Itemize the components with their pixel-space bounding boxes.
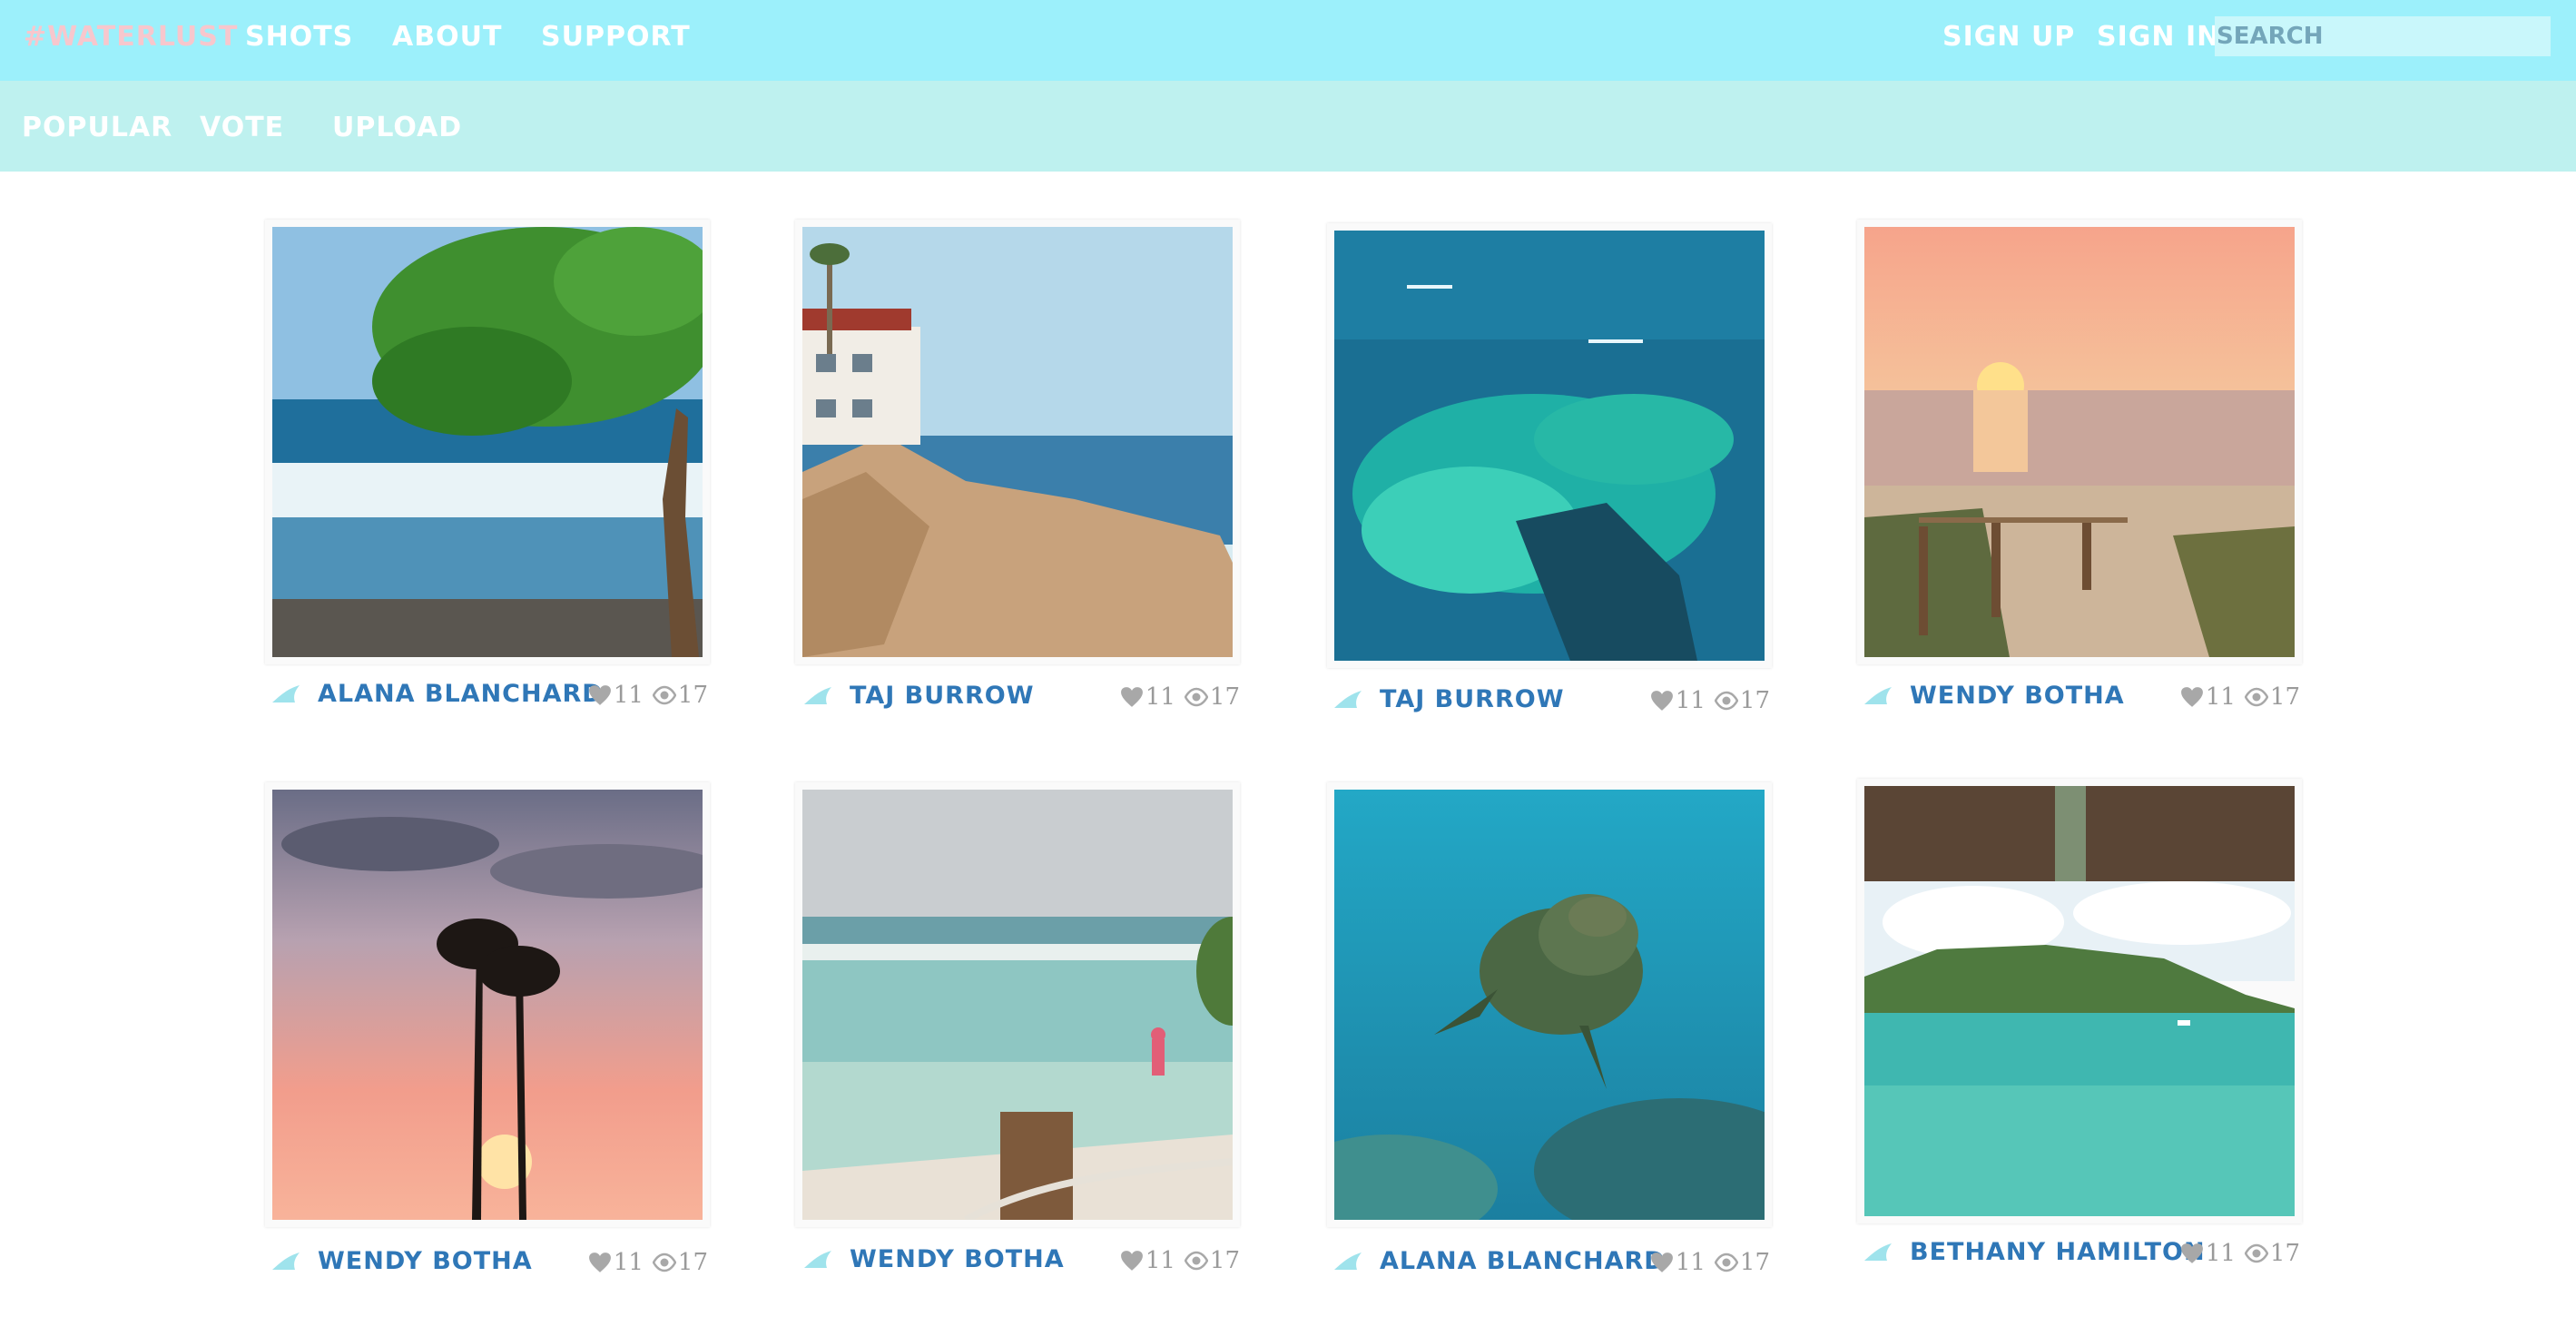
shot-meta: TAJ BURROW 11 17 xyxy=(1332,683,1770,720)
eye-icon xyxy=(2245,686,2268,708)
shot-card[interactable] xyxy=(795,220,1240,664)
shot-card[interactable] xyxy=(1857,779,2302,1223)
shot-photo[interactable] xyxy=(1864,227,2295,657)
shot-photo[interactable] xyxy=(1334,790,1765,1220)
eye-icon xyxy=(653,1252,676,1273)
heart-icon[interactable] xyxy=(1120,1250,1144,1272)
shot-meta: WENDY BOTHA 11 17 xyxy=(270,1245,708,1282)
like-count: 11 xyxy=(1145,683,1175,711)
fin-icon xyxy=(1863,1242,1893,1262)
nav-about[interactable]: ABOUT xyxy=(392,24,502,51)
view-count: 17 xyxy=(677,682,708,709)
nav-support[interactable]: SUPPORT xyxy=(541,24,691,51)
eye-icon xyxy=(1715,690,1738,712)
author-link[interactable]: TAJ BURROW xyxy=(850,682,1034,710)
sub-nav-bar: POPULAR VOTE UPLOAD xyxy=(0,81,2576,172)
shot-photo[interactable] xyxy=(272,227,703,657)
shot-meta: TAJ BURROW 11 17 xyxy=(802,680,1240,716)
shot-stats: 11 17 xyxy=(1120,1247,1240,1274)
author-link[interactable]: TAJ BURROW xyxy=(1380,685,1564,713)
author-link[interactable]: WENDY BOTHA xyxy=(1910,682,2125,710)
subnav-upload[interactable]: UPLOAD xyxy=(332,114,462,142)
shot-photo[interactable] xyxy=(802,790,1233,1220)
heart-icon[interactable] xyxy=(588,1252,612,1273)
shot-photo[interactable] xyxy=(272,790,703,1220)
subnav-vote[interactable]: VOTE xyxy=(200,114,284,142)
shot-stats: 11 17 xyxy=(588,682,708,709)
shot-card[interactable] xyxy=(1857,220,2302,664)
subnav-popular[interactable]: POPULAR xyxy=(22,114,172,142)
sign-up-link[interactable]: SIGN UP xyxy=(1942,24,2075,51)
fin-icon xyxy=(1332,1251,1363,1271)
eye-icon xyxy=(1715,1252,1738,1273)
shot-photo[interactable] xyxy=(1334,231,1765,661)
like-count: 11 xyxy=(1675,1249,1706,1276)
shot-stats: 11 17 xyxy=(2180,1240,2300,1267)
fin-icon xyxy=(1332,689,1363,709)
fin-icon xyxy=(802,1249,833,1269)
like-count: 11 xyxy=(613,682,644,709)
shot-meta: WENDY BOTHA 11 17 xyxy=(1863,680,2300,716)
fin-icon xyxy=(270,1251,301,1271)
like-count: 11 xyxy=(1145,1247,1175,1274)
eye-icon xyxy=(1185,1250,1208,1272)
like-count: 11 xyxy=(2205,1240,2236,1267)
view-count: 17 xyxy=(1209,1247,1240,1274)
view-count: 17 xyxy=(1739,1249,1770,1276)
shot-card[interactable] xyxy=(1327,223,1772,668)
shot-card[interactable] xyxy=(1327,782,1772,1227)
like-count: 11 xyxy=(2205,683,2236,711)
shot-meta: ALANA BLANCHARD 11 17 xyxy=(270,678,708,714)
heart-icon[interactable] xyxy=(588,684,612,706)
fin-icon xyxy=(270,683,301,703)
shot-card[interactable] xyxy=(265,782,710,1227)
fin-icon xyxy=(1863,685,1893,705)
fin-icon xyxy=(802,685,833,705)
shot-meta: WENDY BOTHA 11 17 xyxy=(802,1243,1240,1280)
author-link[interactable]: BETHANY HAMILTON xyxy=(1910,1238,2206,1266)
eye-icon xyxy=(2245,1243,2268,1264)
brand-logo[interactable]: #WATERLUST xyxy=(24,24,238,51)
shot-stats: 11 17 xyxy=(588,1249,708,1276)
view-count: 17 xyxy=(2269,1240,2300,1267)
view-count: 17 xyxy=(1209,683,1240,711)
view-count: 17 xyxy=(1739,687,1770,714)
eye-icon xyxy=(1185,686,1208,708)
shot-stats: 11 17 xyxy=(1650,687,1770,714)
shot-card[interactable] xyxy=(265,220,710,664)
author-link[interactable]: ALANA BLANCHARD xyxy=(1380,1247,1666,1275)
shot-stats: 11 17 xyxy=(2180,683,2300,711)
heart-icon[interactable] xyxy=(1650,1252,1674,1273)
shot-photo[interactable] xyxy=(1864,786,2295,1216)
heart-icon[interactable] xyxy=(1650,690,1674,712)
author-link[interactable]: WENDY BOTHA xyxy=(318,1247,533,1275)
shot-card[interactable] xyxy=(795,782,1240,1227)
shot-meta: ALANA BLANCHARD 11 17 xyxy=(1332,1245,1770,1282)
heart-icon[interactable] xyxy=(2180,686,2204,708)
top-nav-bar: #WATERLUST SHOTS ABOUT SUPPORT SIGN UP S… xyxy=(0,0,2576,81)
heart-icon[interactable] xyxy=(2180,1243,2204,1264)
shot-meta: BETHANY HAMILTON 11 17 xyxy=(1863,1236,2300,1272)
like-count: 11 xyxy=(613,1249,644,1276)
like-count: 11 xyxy=(1675,687,1706,714)
heart-icon[interactable] xyxy=(1120,686,1144,708)
eye-icon xyxy=(653,684,676,706)
search-input[interactable] xyxy=(2215,16,2551,56)
view-count: 17 xyxy=(2269,683,2300,711)
author-link[interactable]: ALANA BLANCHARD xyxy=(318,680,604,708)
author-link[interactable]: WENDY BOTHA xyxy=(850,1245,1065,1273)
shot-photo[interactable] xyxy=(802,227,1233,657)
shot-stats: 11 17 xyxy=(1650,1249,1770,1276)
sign-in-link[interactable]: SIGN IN xyxy=(2097,24,2220,51)
view-count: 17 xyxy=(677,1249,708,1276)
shot-stats: 11 17 xyxy=(1120,683,1240,711)
nav-shots[interactable]: SHOTS xyxy=(245,24,353,51)
